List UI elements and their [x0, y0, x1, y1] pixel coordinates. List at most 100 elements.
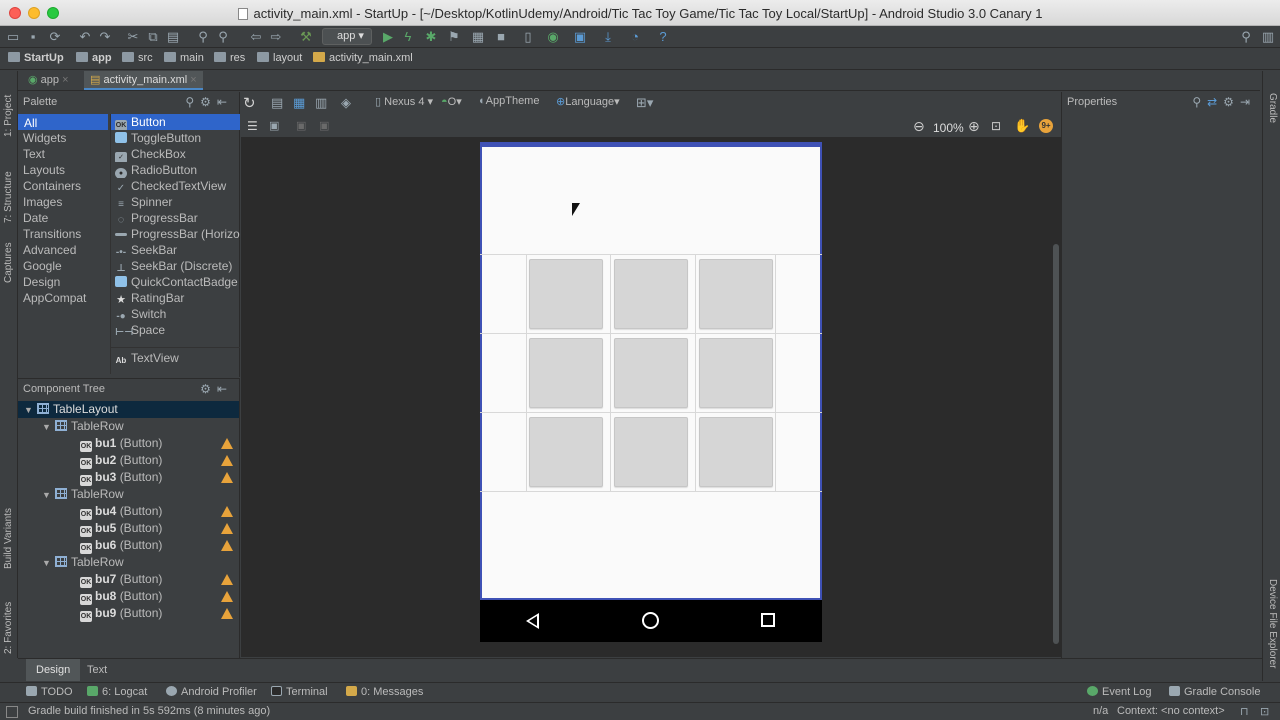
sync-icon[interactable]: ⟳ [47, 29, 63, 45]
open-folder-icon[interactable]: ▭ [5, 29, 21, 45]
search-everywhere-icon[interactable]: ⚲ [1238, 29, 1254, 45]
palette-widget[interactable]: ✓ CheckBox [111, 146, 240, 162]
status-message[interactable]: Gradle build finished in 5s 592ms (8 min… [28, 705, 270, 717]
device-select[interactable]: ▯ Nexus 4 ▾ [375, 95, 433, 108]
breadcrumb-item-project[interactable]: StartUp [8, 52, 64, 64]
breadcrumb-item-file[interactable]: activity_main.xml [313, 52, 413, 64]
grid-button-bu5[interactable] [614, 338, 688, 408]
gear-icon[interactable]: ⚙ [200, 382, 217, 396]
tool-window-gradle-console[interactable]: Gradle Console [1169, 686, 1260, 698]
tool-window-project[interactable]: 1: Project [3, 95, 14, 137]
palette-category[interactable]: Transitions [18, 226, 108, 242]
tree-node-table-row[interactable]: ▼ TableRow [42, 554, 124, 571]
theme-select[interactable]: ◐AppTheme [479, 95, 539, 107]
tab-activity-main[interactable]: ▤ activity_main.xml × [84, 71, 203, 90]
sdk-manager-icon[interactable]: ⤓ [600, 29, 616, 45]
warning-icon[interactable] [221, 438, 233, 449]
pack-icon[interactable]: ▣ [296, 119, 306, 132]
cut-icon[interactable]: ✂ [125, 29, 141, 45]
zoom-out-icon[interactable]: ⊖ [913, 118, 925, 135]
layout-variants-icon[interactable]: ⊞▾ [636, 95, 653, 111]
close-icon[interactable]: × [62, 74, 68, 86]
hide-panel-icon[interactable]: ⇥ [1240, 95, 1256, 109]
close-icon[interactable]: × [190, 74, 196, 86]
warnings-badge-icon[interactable]: 9+ [1039, 119, 1053, 133]
tab-design[interactable]: Design [26, 659, 81, 681]
pan-hand-icon[interactable]: ✋ [1014, 118, 1030, 134]
breadcrumb-item-main[interactable]: main [164, 52, 204, 64]
lock-icon[interactable]: ⊓ [1240, 705, 1249, 718]
palette-widget[interactable]: Ab TextView [111, 350, 240, 366]
breadcrumb-item-res[interactable]: res [214, 52, 245, 64]
palette-widget[interactable]: ⊢⊣Space [111, 322, 240, 338]
tree-node-table-layout[interactable]: ▼ TableLayout [18, 401, 239, 418]
palette-widget[interactable]: ★ RatingBar [111, 290, 240, 306]
palette-widget[interactable]: -● Switch [111, 306, 240, 322]
gear-icon[interactable]: ⚙ [1223, 95, 1240, 109]
palette-category[interactable]: Text [18, 146, 108, 162]
event-status-icon[interactable]: ⊡ [1260, 705, 1269, 718]
palette-widget[interactable]: ⊥ SeekBar (Discrete) [111, 258, 240, 274]
search-icon[interactable]: ⚲ [185, 95, 200, 109]
tree-node-table-row[interactable]: ▼ TableRow [42, 418, 124, 435]
find-icon[interactable]: ⚲ [195, 29, 211, 45]
design-blueprint-view-icon[interactable]: ▥ [315, 95, 327, 111]
undo-icon[interactable]: ↶ [77, 29, 93, 45]
design-view-icon[interactable]: ▤ [271, 95, 283, 111]
distribute-icon[interactable]: ▣ [319, 119, 329, 132]
tool-window-terminal[interactable]: Terminal [271, 686, 328, 698]
forward-arrow-icon[interactable]: ⇨ [268, 29, 284, 45]
palette-widget[interactable]: ToggleButton [111, 130, 240, 146]
tool-window-structure[interactable]: 7: Structure [3, 171, 14, 223]
tool-window-profiler[interactable]: Android Profiler [166, 686, 257, 698]
grid-button-bu3[interactable] [699, 259, 773, 329]
palette-category[interactable]: AppCompat [18, 290, 108, 306]
tool-window-event-log[interactable]: Event Log [1087, 686, 1152, 698]
palette-widget[interactable]: -•- SeekBar [111, 242, 240, 258]
tool-window-gradle[interactable]: Gradle [1267, 93, 1278, 123]
palette-category[interactable]: Design [18, 274, 108, 290]
profiler-icon[interactable]: ◔ [627, 29, 643, 45]
tool-window-todo[interactable]: TODO [26, 686, 73, 698]
search-icon[interactable]: ⚲ [1192, 95, 1207, 109]
expand-arrow-icon[interactable]: ▼ [42, 419, 52, 436]
palette-category[interactable]: Date [18, 210, 108, 226]
zoom-to-fit-icon[interactable]: ⊡ [991, 119, 1001, 133]
tree-node-button[interactable]: OK bu8 (Button) [80, 588, 162, 605]
palette-widget[interactable]: QuickContactBadge [111, 274, 240, 290]
layout-icon[interactable]: ▥ [1260, 29, 1276, 45]
apply-changes-icon[interactable]: ϟ [400, 29, 416, 45]
palette-category[interactable]: Google [18, 258, 108, 274]
debug-icon[interactable]: ✱ [423, 29, 439, 45]
breadcrumb-item-layout[interactable]: layout [257, 52, 302, 64]
warning-icon[interactable] [221, 540, 233, 551]
tab-text[interactable]: Text [77, 659, 117, 681]
palette-category[interactable]: Widgets [18, 130, 108, 146]
blueprint-view-icon[interactable]: ▦ [293, 95, 305, 111]
tree-node-button[interactable]: OK bu7 (Button) [80, 571, 162, 588]
tool-window-device-file-explorer[interactable]: Device File Explorer [1267, 579, 1278, 668]
expand-arrow-icon[interactable]: ▼ [24, 402, 34, 419]
palette-widget[interactable]: ✓ CheckedTextView [111, 178, 240, 194]
tree-node-button[interactable]: OK bu2 (Button) [80, 452, 162, 469]
run-icon[interactable]: ▶ [380, 29, 396, 45]
gear-icon[interactable]: ⚙ [200, 95, 217, 109]
back-arrow-icon[interactable]: ⇦ [248, 29, 264, 45]
warning-icon[interactable] [221, 591, 233, 602]
hide-panel-icon[interactable]: ⇤ [217, 95, 233, 109]
tree-node-button[interactable]: OK bu4 (Button) [80, 503, 162, 520]
api-level-select[interactable]: ◓O▾ [441, 95, 462, 108]
palette-widget[interactable]: OK Button [111, 114, 240, 130]
tab-app[interactable]: ◉ app × [22, 71, 75, 90]
expand-arrow-icon[interactable]: ▼ [42, 555, 52, 572]
copy-icon[interactable]: ⧉ [145, 29, 161, 45]
palette-category[interactable]: All [18, 114, 108, 130]
grid-button-bu1[interactable] [529, 259, 603, 329]
palette-category[interactable]: Layouts [18, 162, 108, 178]
warning-icon[interactable] [221, 608, 233, 619]
warning-icon[interactable] [221, 523, 233, 534]
breadcrumb-item-module[interactable]: app [76, 52, 112, 64]
palette-widget[interactable]: ProgressBar (Horizo [111, 226, 240, 242]
tree-node-button[interactable]: OK bu1 (Button) [80, 435, 162, 452]
show-palette-icon[interactable]: ☰ [247, 119, 258, 133]
